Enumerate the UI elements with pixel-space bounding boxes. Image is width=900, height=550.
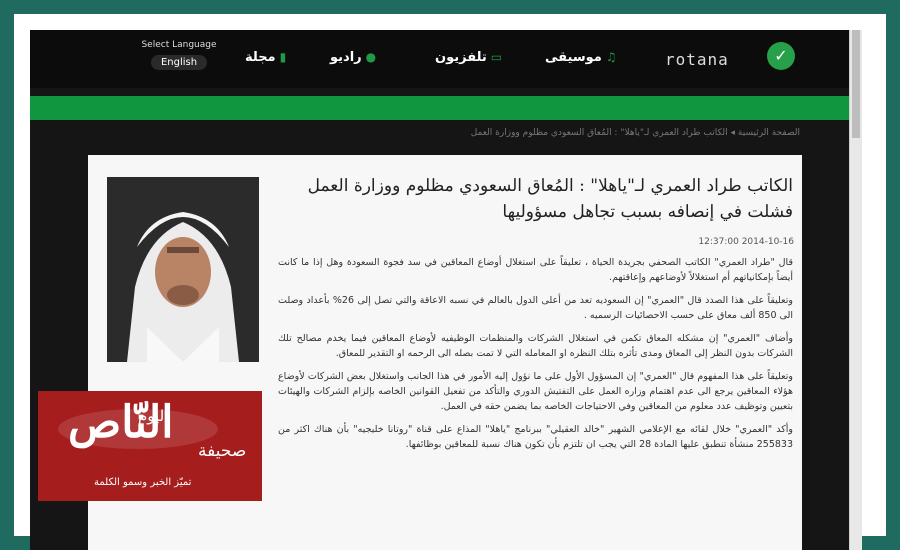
newspaper-logo-badge: النّاص اليوم صحيفة تميّز الخبر وسمو الكل… [38, 391, 262, 501]
author-portrait-image [107, 177, 259, 362]
article-date: 12:37:00 2014-10-16 [698, 237, 794, 247]
nav-item-label: راديو [330, 50, 362, 65]
nav-item-label: مجلة [245, 50, 276, 65]
microphone-icon: ● [365, 50, 377, 64]
badge-tagline: تميّز الخبر وسمو الكلمة [94, 477, 192, 488]
article-body: قال "طراد العمري" الكاتب الصحفي بجريدة ا… [278, 255, 793, 460]
nav-item-music[interactable]: ♫موسيقى [545, 50, 617, 65]
article-paragraph: وأضاف "العمري" إن مشكله المعاق تكمن في ا… [278, 333, 793, 359]
article-paragraph: وأكد "العمري" خلال لقائه مع الإعلامي الش… [278, 424, 793, 450]
phone-icon: ▮ [279, 50, 287, 64]
language-label: Select Language [141, 40, 217, 50]
article-paragraph: وتعليقاً على هذا المفهوم قال "العمري" إن… [278, 371, 793, 412]
logo-text: rotana [665, 50, 729, 69]
logo-mark-icon: ✓ [767, 42, 795, 70]
vertical-scrollbar[interactable] [849, 30, 862, 550]
nav-item-radio[interactable]: ●راديو [330, 50, 376, 65]
rotana-logo[interactable]: rotana ✓ [665, 42, 795, 74]
breadcrumb[interactable]: الصفحة الرئيسية ◂ الكاتب طراد العمري لـ"… [470, 128, 800, 138]
article-paragraph: وتعليقاً على هذا الصدد قال "العمري" إن ا… [278, 295, 794, 321]
nav-item-label: موسيقى [545, 50, 602, 65]
tv-icon: ▭ [490, 50, 503, 64]
badge-paper: صحيفة [198, 441, 247, 461]
author-photo [107, 177, 259, 362]
nav-item-tv[interactable]: ▭تلفزيون [435, 50, 502, 65]
music-note-icon: ♫ [605, 50, 617, 64]
badge-today: اليوم [138, 407, 169, 425]
language-selector[interactable]: Select Language English [140, 40, 218, 70]
nav-item-label: تلفزيون [435, 50, 487, 65]
top-navigation: Select Language English ▮مجلة ●راديو ▭تل… [30, 30, 862, 88]
article-paragraph: قال "طراد العمري" الكاتب الصحفي بجريدة ا… [278, 257, 793, 283]
scrollbar-thumb[interactable] [852, 30, 860, 138]
article-title: الكاتب طراد العمري لـ"ياهلا" : المُعاق ا… [307, 176, 793, 222]
language-value[interactable]: English [150, 55, 208, 70]
green-menu-bar [30, 96, 862, 120]
nav-item-magazine[interactable]: ▮مجلة [245, 50, 286, 65]
